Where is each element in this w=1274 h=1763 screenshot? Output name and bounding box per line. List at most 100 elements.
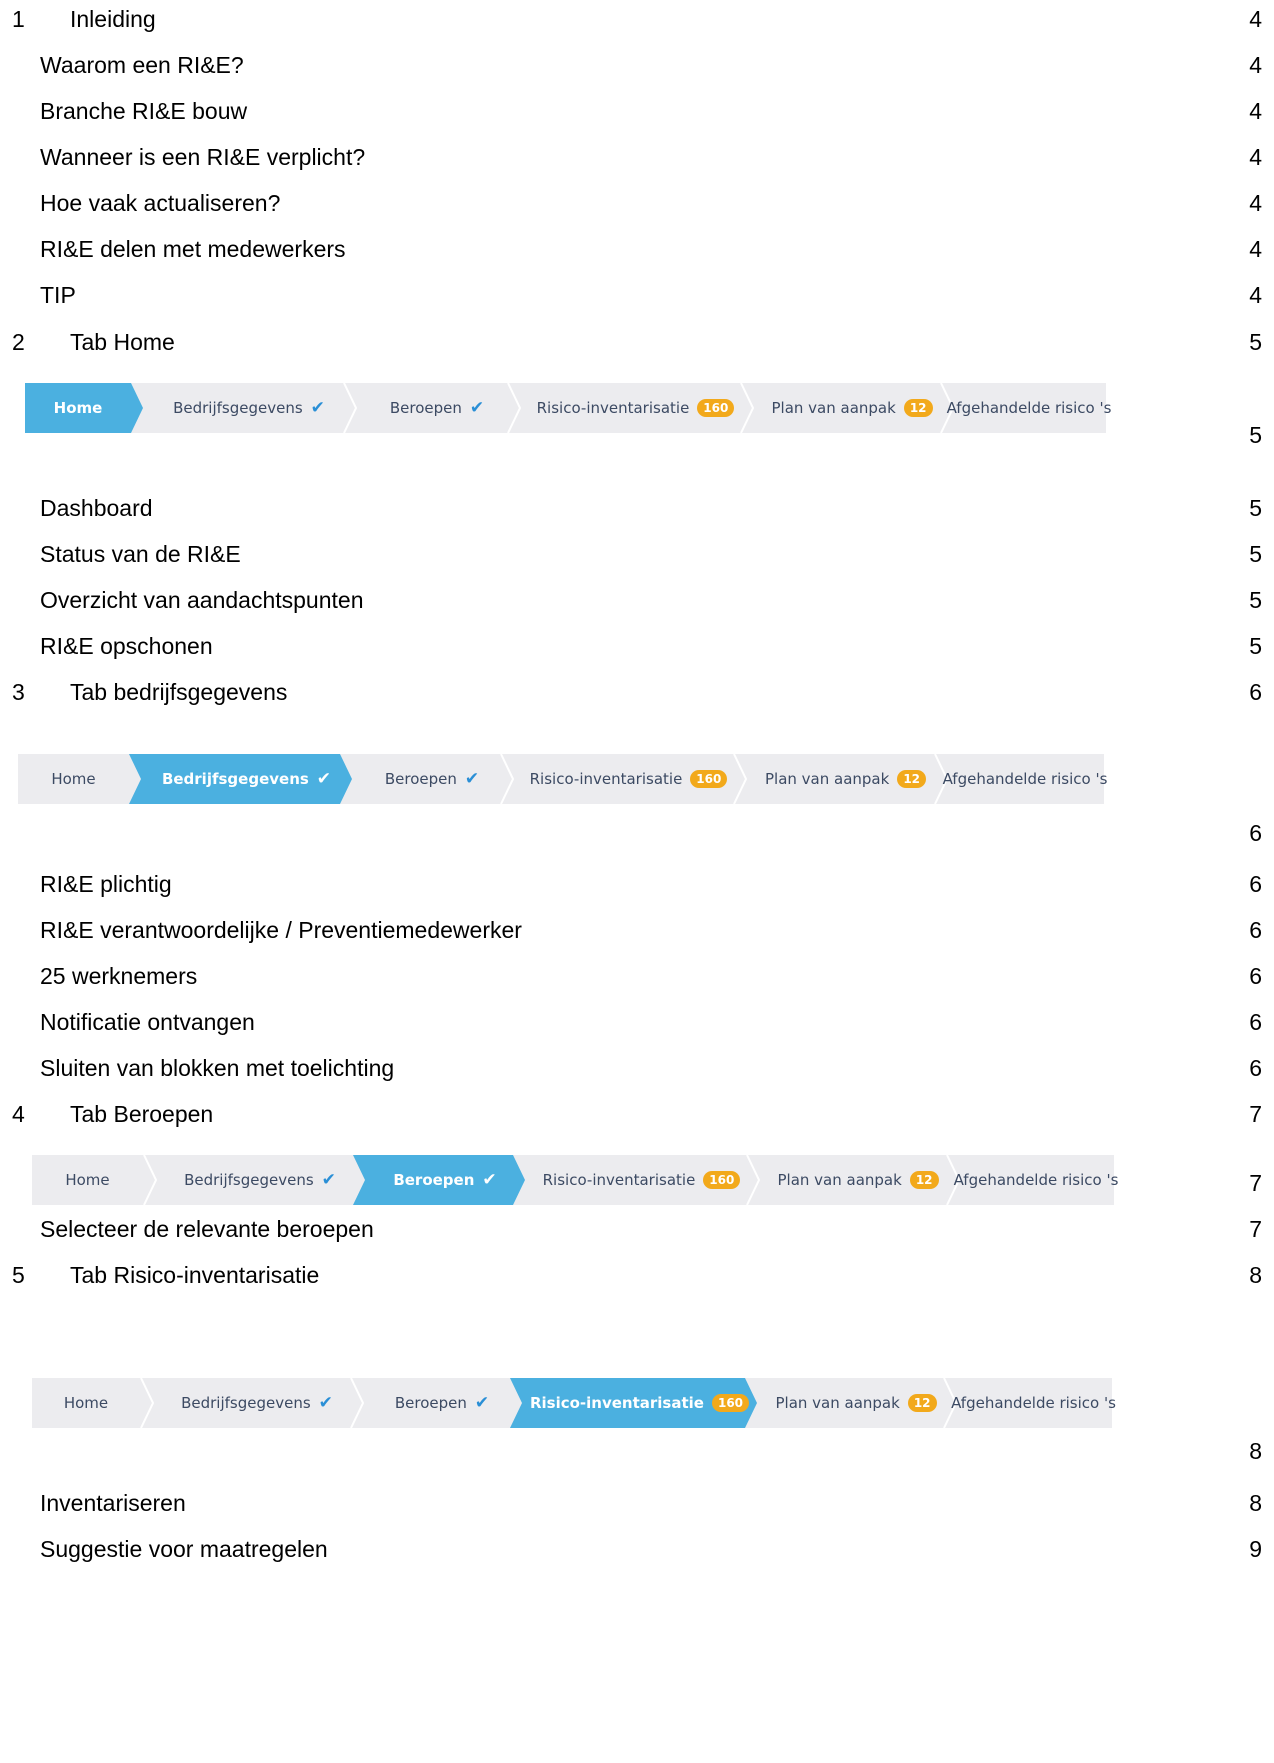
- toc-entry[interactable]: Sluiten van blokken met toelichting 6: [0, 1053, 1274, 1083]
- toc-page-number: 8: [1249, 1490, 1262, 1516]
- tab-beroepen[interactable]: Beroepen ✔: [362, 1378, 522, 1428]
- toc-title: Waarom een RI&E?: [40, 52, 244, 78]
- toc-title: Wanneer is een RI&E verplicht?: [40, 144, 366, 170]
- breadcrumb-tabs: Home Bedrijfsgegevens ✔ Beroepen ✔ Risico-inv…: [25, 383, 1112, 433]
- toc-entry[interactable]: Dashboard 5: [0, 493, 1274, 523]
- tab-label: Home: [63, 1394, 109, 1412]
- toc-page-number: 4: [1249, 282, 1262, 308]
- toc-entry[interactable]: RI&E opschonen 5: [0, 631, 1274, 661]
- count-badge: 12: [907, 1394, 937, 1412]
- toc-page-number: 6: [1249, 1009, 1262, 1035]
- toc-entry[interactable]: RI&E verantwoordelijke / Preventiemedewe…: [0, 915, 1274, 945]
- toc-page-number: 4: [1249, 144, 1262, 170]
- toc-entry[interactable]: Notificatie ontvangen 6: [0, 1007, 1274, 1037]
- tab-label: Beroepen: [394, 1394, 467, 1412]
- toc-entry[interactable]: 8: [0, 1436, 1274, 1466]
- count-badge: 12: [903, 399, 933, 417]
- count-badge: 12: [897, 770, 927, 788]
- tab-home[interactable]: Home: [32, 1155, 143, 1205]
- toc-entry[interactable]: Branche RI&E bouw 4: [0, 96, 1274, 126]
- tab-label: Home: [51, 770, 96, 788]
- toc-page-number: 7: [1249, 1101, 1262, 1127]
- toc-page-number: 6: [1249, 679, 1262, 705]
- toc-entry[interactable]: Inventariseren 8: [0, 1488, 1274, 1518]
- tab-bedrijfsgegevens[interactable]: Bedrijfsgegevens ✔: [143, 383, 355, 433]
- toc-chapter[interactable]: 2 Tab Home 5: [0, 327, 1274, 357]
- toc-title: RI&E verantwoordelijke / Preventiemedewe…: [40, 917, 522, 943]
- toc-entry[interactable]: 6: [0, 818, 1274, 848]
- tab-risico-inventarisatie[interactable]: Risico-inventarisatie 160: [519, 383, 752, 433]
- toc-entry[interactable]: Wanneer is een RI&E verplicht? 4: [0, 142, 1274, 172]
- toc-chapter[interactable]: 1 Inleiding 4: [0, 4, 1274, 34]
- tab-home[interactable]: Home: [32, 1378, 140, 1428]
- tab-plan-van-aanpak[interactable]: Plan van aanpak 12: [757, 1378, 955, 1428]
- tab-label: Plan van aanpak: [764, 770, 890, 788]
- toc-title: Dashboard: [40, 495, 153, 521]
- toc-entry[interactable]: Selecteer de relevante beroepen 7: [0, 1214, 1274, 1244]
- toc-page-number: 5: [1249, 495, 1262, 521]
- tab-home[interactable]: Home: [18, 754, 129, 804]
- tab-plan-van-aanpak[interactable]: Plan van aanpak 12: [745, 754, 946, 804]
- tab-afgehandelde-risico-s[interactable]: Afgehandelde risico 's: [947, 383, 1112, 433]
- toc-chapter[interactable]: 5 Tab Risico-inventarisatie 8: [0, 1260, 1274, 1290]
- toc-entry[interactable]: RI&E plichtig 6: [0, 869, 1274, 899]
- toc-entry[interactable]: RI&E delen met medewerkers 4: [0, 234, 1274, 264]
- tab-risico-inventarisatie[interactable]: Risico-inventarisatie 160: [522, 1378, 757, 1428]
- check-icon: ✔: [469, 397, 485, 418]
- toc-title: TIP: [40, 282, 76, 308]
- check-icon: ✔: [482, 1169, 497, 1190]
- tab-afgehandelde-risico-s[interactable]: Afgehandelde risico 's: [943, 754, 1108, 804]
- toc-title: 25 werknemers: [40, 963, 198, 989]
- tab-plan-van-aanpak[interactable]: Plan van aanpak 12: [758, 1155, 958, 1205]
- toc-page-number: 4: [1249, 98, 1262, 124]
- toc-chapter[interactable]: 4 Tab Beroepen 7: [0, 1099, 1274, 1129]
- toc-page-number: 7: [1249, 1170, 1262, 1196]
- tab-bedrijfsgegevens[interactable]: Bedrijfsgegevens ✔: [155, 1155, 365, 1205]
- toc-page-number: 8: [1249, 1438, 1262, 1464]
- toc-entry[interactable]: 25 werknemers 6: [0, 961, 1274, 991]
- toc-page-number: 5: [1249, 541, 1262, 567]
- check-icon: ✔: [310, 397, 325, 418]
- tab-label: Afgehandelde risico 's: [946, 399, 1112, 417]
- tab-beroepen[interactable]: Beroepen ✔: [365, 1155, 525, 1205]
- tab-label: Bedrijfsgegevens: [184, 1171, 314, 1189]
- count-badge: 160: [697, 399, 735, 417]
- breadcrumb-tabs: Home Bedrijfsgegevens ✔ Beroepen ✔ Risico-inv…: [32, 1155, 1119, 1205]
- tab-bedrijfsgegevens[interactable]: Bedrijfsgegevens ✔: [152, 1378, 362, 1428]
- toc-entry[interactable]: Status van de RI&E 5: [0, 539, 1274, 569]
- check-icon: ✔: [316, 768, 332, 789]
- toc-chapter[interactable]: 3 Tab bedrijfsgegevens 6: [0, 677, 1274, 707]
- tab-afgehandelde-risico-s[interactable]: Afgehandelde risico 's: [951, 1378, 1116, 1428]
- toc-title: Tab Home: [70, 329, 175, 355]
- toc-entry[interactable]: Waarom een RI&E? 4: [0, 50, 1274, 80]
- toc-entry[interactable]: Hoe vaak actualiseren? 4: [0, 188, 1274, 218]
- tab-label: Risico-inventarisatie: [529, 770, 683, 788]
- tab-risico-inventarisatie[interactable]: Risico-inventarisatie 160: [525, 1155, 758, 1205]
- tab-label: Home: [53, 399, 103, 417]
- tab-label: Beroepen: [393, 1171, 475, 1189]
- tab-label: Risico-inventarisatie: [536, 399, 690, 417]
- tab-label: Home: [65, 1171, 110, 1189]
- toc-page-number: 8: [1249, 1262, 1262, 1288]
- tab-beroepen[interactable]: Beroepen ✔: [352, 754, 512, 804]
- toc-page-number: 4: [1249, 52, 1262, 78]
- toc-title: Status van de RI&E: [40, 541, 241, 567]
- tab-risico-inventarisatie[interactable]: Risico-inventarisatie 160: [512, 754, 745, 804]
- tab-home[interactable]: Home: [25, 383, 131, 433]
- toc-title: Inventariseren: [40, 1490, 186, 1516]
- tab-beroepen[interactable]: Beroepen ✔: [355, 383, 519, 433]
- toc-page-number: 6: [1249, 871, 1262, 897]
- check-icon: ✔: [464, 768, 480, 789]
- toc-number: 3: [12, 679, 25, 705]
- toc-page-number: 6: [1249, 917, 1262, 943]
- toc-title: RI&E plichtig: [40, 871, 172, 897]
- toc-entry[interactable]: Suggestie voor maatregelen 9: [0, 1534, 1274, 1564]
- tab-bedrijfsgegevens[interactable]: Bedrijfsgegevens ✔: [141, 754, 352, 804]
- breadcrumb-tabs: Home Bedrijfsgegevens ✔ Beroepen ✔ Risico-inv…: [18, 754, 1108, 804]
- tab-plan-van-aanpak[interactable]: Plan van aanpak 12: [752, 383, 952, 433]
- tab-afgehandelde-risico-s[interactable]: Afgehandelde risico 's: [954, 1155, 1119, 1205]
- toc-entry[interactable]: Overzicht van aandachtspunten 5: [0, 585, 1274, 615]
- check-icon: ✔: [474, 1392, 490, 1413]
- toc-entry[interactable]: TIP 4: [0, 280, 1274, 310]
- tab-label: Risico-inventarisatie: [542, 1171, 696, 1189]
